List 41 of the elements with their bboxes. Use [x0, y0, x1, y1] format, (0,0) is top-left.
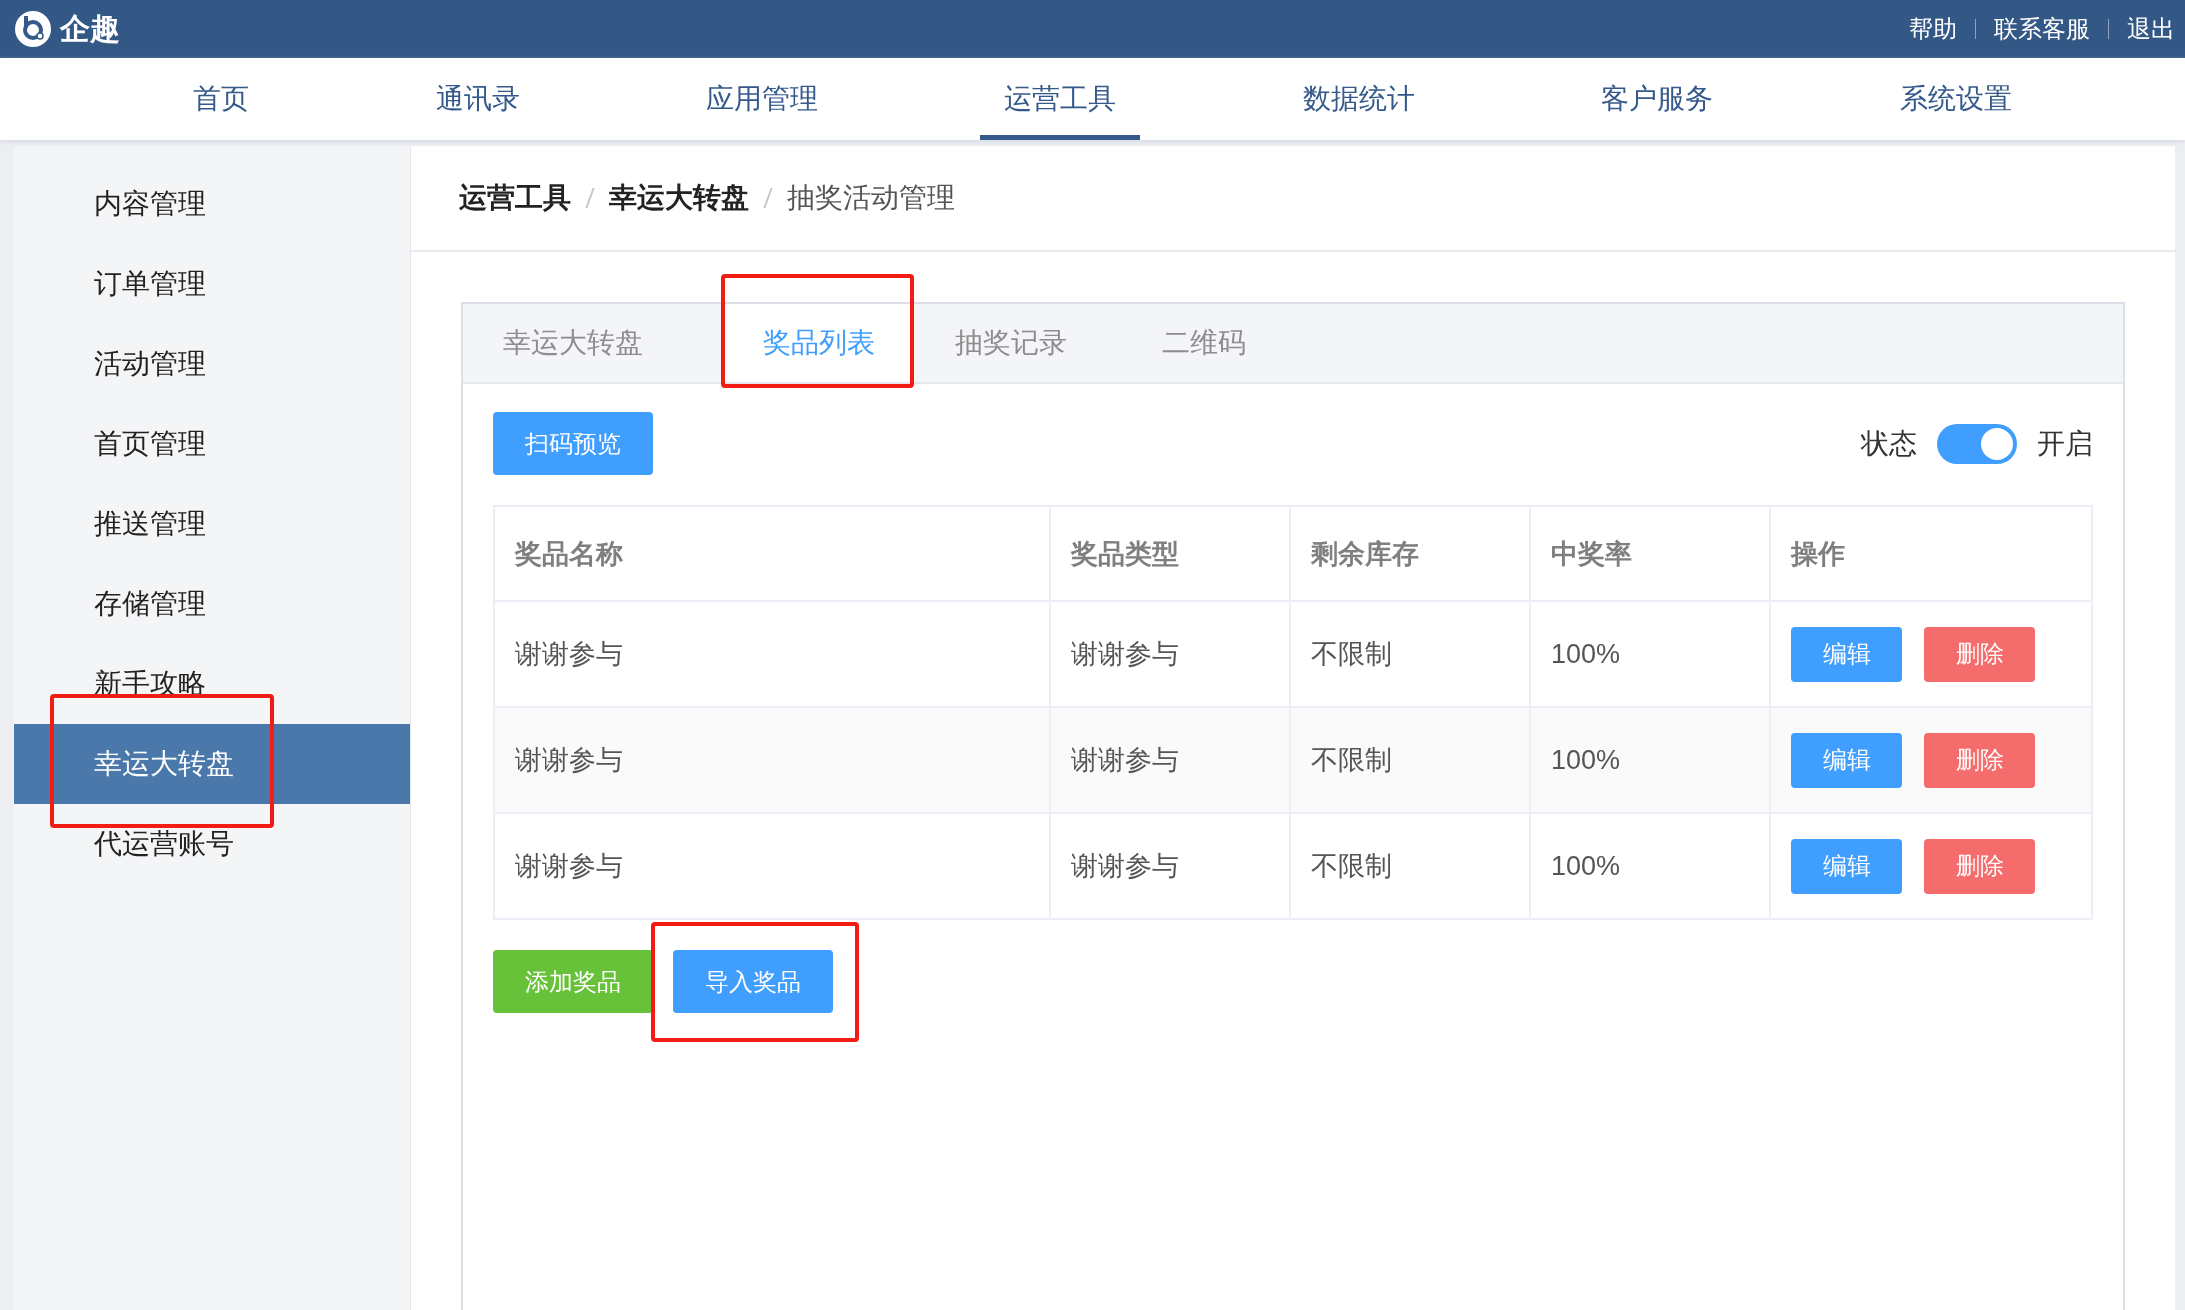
header-link[interactable]: 退出 — [2127, 13, 2175, 45]
logo-text: 企趣 — [60, 10, 120, 47]
table-cell: 谢谢参与 — [1050, 707, 1290, 813]
sidebar-item[interactable]: 内容管理 — [14, 164, 410, 244]
sidebar-item[interactable]: 活动管理 — [14, 324, 410, 404]
status-toggle[interactable] — [1937, 423, 2017, 464]
status-label: 状态 — [1861, 426, 1917, 461]
header-link[interactable]: 联系客服 — [1994, 13, 2090, 45]
header-link[interactable]: 帮助 — [1909, 13, 1957, 45]
table-cell: 谢谢参与 — [494, 813, 1050, 919]
logo-icon — [14, 10, 52, 48]
nav-tab[interactable]: 应用管理 — [682, 58, 843, 140]
separator-icon — [2108, 19, 2109, 39]
table-cell: 100% — [1530, 813, 1770, 919]
nav-tab[interactable]: 首页 — [169, 58, 274, 140]
table-cell: 谢谢参与 — [1050, 813, 1290, 919]
column-header: 奖品名称 — [494, 506, 1050, 601]
table-cell: 100% — [1530, 707, 1770, 813]
nav-tab[interactable]: 系统设置 — [1875, 58, 2036, 140]
sidebar-item[interactable]: 存储管理 — [14, 564, 410, 644]
column-header: 操作 — [1770, 506, 2092, 601]
table-cell: 不限制 — [1290, 813, 1530, 919]
column-header: 奖品类型 — [1050, 506, 1290, 601]
nav-tab[interactable]: 客户服务 — [1577, 58, 1738, 140]
breadcrumb-link[interactable]: 幸运大转盘 — [609, 179, 749, 217]
column-header: 剩余库存 — [1290, 506, 1530, 601]
nav-tab[interactable]: 数据统计 — [1278, 58, 1439, 140]
sidebar-item[interactable]: 幸运大转盘 — [14, 724, 410, 804]
sidebar-item[interactable]: 首页管理 — [14, 404, 410, 484]
column-header: 中奖率 — [1530, 506, 1770, 601]
status-value: 开启 — [2037, 426, 2093, 461]
separator-icon — [1975, 19, 1976, 39]
breadcrumb-link[interactable]: 抽奖活动管理 — [787, 179, 955, 217]
nav-tab[interactable]: 通讯录 — [411, 58, 544, 140]
sidebar-item[interactable]: 推送管理 — [14, 484, 410, 564]
table-cell: 谢谢参与 — [494, 707, 1050, 813]
sidebar-item[interactable]: 订单管理 — [14, 244, 410, 324]
nav-tab[interactable]: 运营工具 — [980, 58, 1141, 140]
table-cell: 不限制 — [1290, 707, 1530, 813]
sidebar-item[interactable]: 代运营账号 — [14, 804, 410, 884]
breadcrumb-link[interactable]: 运营工具 — [459, 179, 571, 217]
